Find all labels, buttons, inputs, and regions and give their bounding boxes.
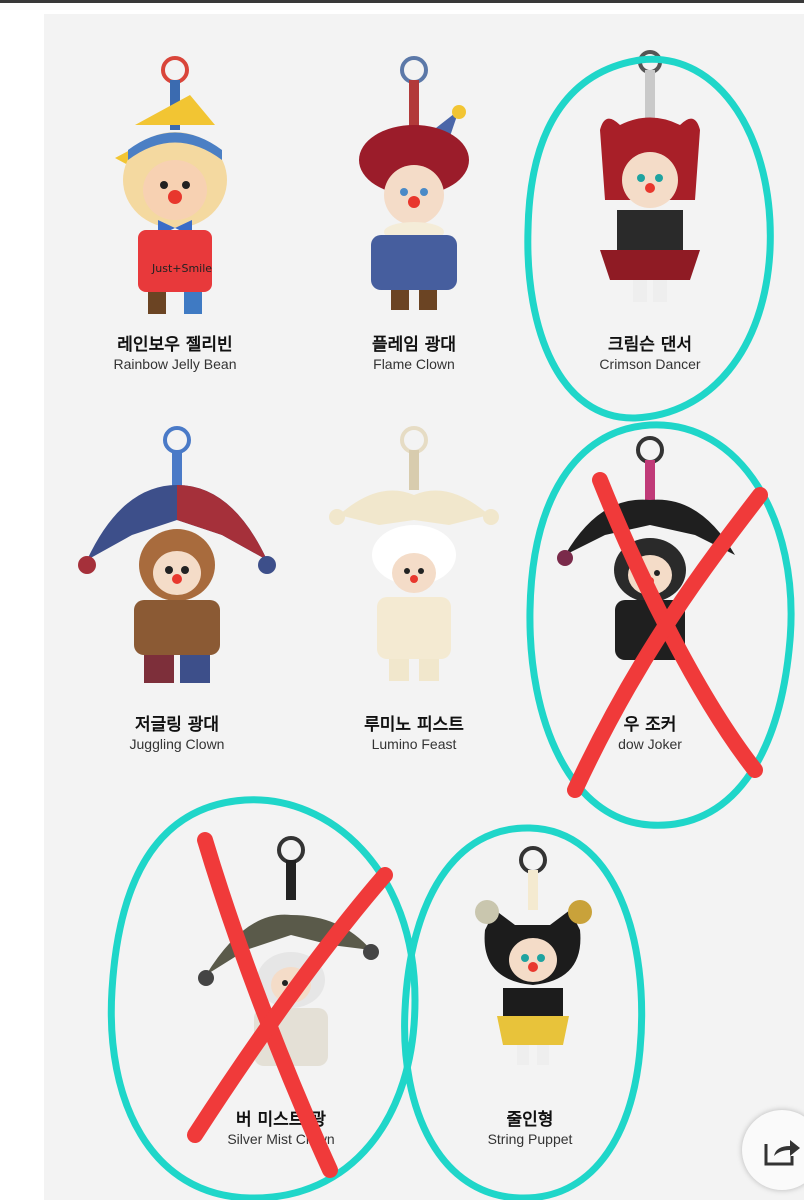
shadow-joker-figure [557, 436, 735, 660]
product-card-crimson-dancer[interactable]: 크림슨 댄서 Crimson Dancer [545, 50, 755, 410]
share-icon [764, 1140, 800, 1166]
product-name-en: Crimson Dancer [599, 356, 701, 372]
rainbow-jelly-bean-figure: Just+Smile [115, 56, 227, 314]
flame-clown-figure [359, 56, 469, 310]
product-name-en: Flame Clown [373, 356, 455, 372]
product-name-ko: 줄인형 [506, 1110, 554, 1130]
product-card-lumino-feast[interactable]: 루미노 피스트 Lumino Feast [309, 425, 519, 785]
string-puppet-figure [475, 846, 592, 1065]
product-name-ko: 루미노 피스트 [364, 715, 464, 735]
product-card-rainbow-jelly-bean[interactable]: Just+Smile 레인보우 젤리빈 Rainbow Jelly Bean [70, 50, 280, 410]
product-name-ko: 저글링 광대 [134, 715, 220, 735]
product-name-en: Silver Mist Clown [227, 1131, 335, 1147]
top-divider [0, 0, 804, 3]
crimson-dancer-figure [600, 50, 700, 302]
product-name-ko: 플레임 광대 [371, 335, 457, 355]
product-name-en: dow Joker [618, 736, 682, 752]
product-name-ko: 크림슨 댄서 [607, 335, 693, 355]
product-name-en: String Puppet [487, 1131, 573, 1147]
product-name-en: Juggling Clown [129, 736, 225, 752]
product-name-ko: 버 미스트 광 [235, 1110, 327, 1130]
silver-mist-clown-figure [198, 836, 379, 1066]
svg-text:Just+Smile: Just+Smile [151, 262, 212, 275]
product-card-juggling-clown[interactable]: 저글링 광대 Juggling Clown [72, 425, 282, 785]
product-card-string-puppet[interactable]: 줄인형 String Puppet [425, 820, 635, 1180]
lumino-feast-figure [329, 426, 499, 681]
product-name-en: Rainbow Jelly Bean [113, 356, 237, 372]
product-name-ko: 레인보우 젤리빈 [117, 335, 233, 355]
product-name-ko: 우 조커 [623, 715, 677, 735]
product-card-shadow-joker[interactable]: 우 조커 dow Joker [545, 425, 755, 785]
juggling-clown-figure [78, 426, 276, 683]
product-card-flame-clown[interactable]: 플레임 광대 Flame Clown [309, 50, 519, 410]
product-card-silver-mist-clown[interactable]: 버 미스트 광 Silver Mist Clown [176, 820, 386, 1180]
product-name-en: Lumino Feast [371, 736, 457, 752]
